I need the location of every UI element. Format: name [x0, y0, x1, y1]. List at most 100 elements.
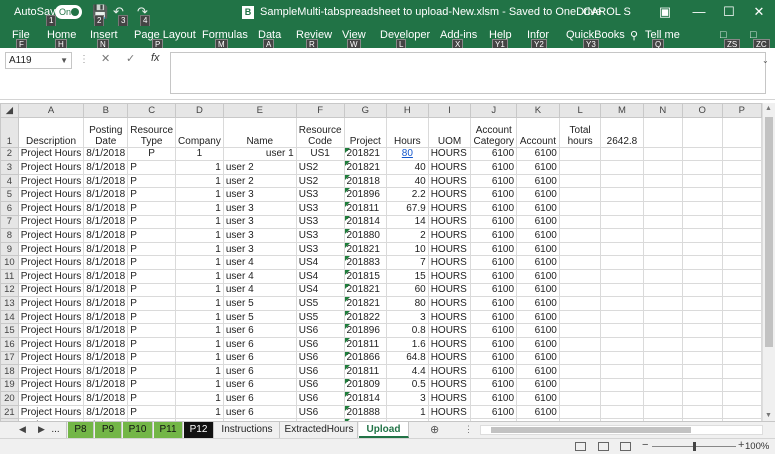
sheet-tab-instructions[interactable]: Instructions — [215, 422, 280, 438]
cell[interactable]: 6100 — [470, 336, 518, 352]
cell[interactable]: P — [127, 200, 177, 216]
cell[interactable] — [642, 214, 683, 230]
sheet-tab-upload[interactable]: Upload — [359, 422, 409, 438]
cell[interactable]: P — [127, 364, 177, 379]
formula-input[interactable] — [170, 52, 766, 94]
cell[interactable]: user 2 — [222, 173, 297, 189]
cell[interactable]: 6100 — [516, 214, 560, 230]
ribbon-display-icon[interactable]: ▣ — [656, 4, 674, 20]
cell[interactable]: 6100 — [516, 377, 560, 393]
cell[interactable]: 1 — [175, 282, 224, 298]
cell[interactable]: 8/1/2018 — [83, 214, 129, 230]
cell[interactable]: 6100 — [470, 255, 518, 270]
cell[interactable]: 6100 — [470, 173, 518, 189]
cell[interactable]: 8/1/2018 — [83, 241, 129, 257]
cell[interactable]: 6100 — [516, 146, 560, 162]
cell[interactable]: user 4 — [222, 282, 297, 298]
cell[interactable] — [600, 323, 644, 338]
cell[interactable] — [681, 309, 723, 325]
column-header-j[interactable]: J — [470, 103, 518, 118]
cell[interactable]: 6100 — [470, 214, 518, 230]
column-header-k[interactable]: K — [516, 103, 560, 118]
cell[interactable] — [721, 336, 762, 352]
cell[interactable]: 6100 — [516, 268, 560, 284]
cell[interactable]: user 6 — [222, 377, 297, 393]
cell[interactable]: US6 — [295, 350, 345, 366]
cell[interactable] — [600, 350, 644, 366]
cell[interactable]: US4 — [295, 282, 345, 298]
cell[interactable]: Project Hours — [17, 404, 85, 420]
cell[interactable] — [558, 323, 602, 338]
cell[interactable] — [642, 241, 683, 257]
cell[interactable]: user 3 — [222, 200, 297, 216]
cell[interactable]: P — [127, 296, 177, 311]
row-header[interactable]: 1 — [0, 116, 19, 148]
cell[interactable]: 1 — [175, 214, 224, 230]
cell[interactable] — [642, 336, 683, 352]
row-header[interactable]: 9 — [0, 241, 19, 257]
cell[interactable]: Project Hours — [17, 323, 85, 338]
cell[interactable]: 8/1/2018 — [83, 350, 129, 366]
cell[interactable] — [681, 391, 723, 406]
normal-view-icon[interactable] — [575, 442, 586, 451]
cell[interactable] — [721, 228, 762, 243]
cell[interactable] — [600, 214, 644, 230]
cell[interactable]: P — [127, 214, 177, 230]
column-header-b[interactable]: B — [83, 103, 129, 118]
lightbulb-icon[interactable]: ⚲ — [630, 29, 638, 42]
cell[interactable]: P — [127, 377, 177, 393]
cell[interactable]: P — [127, 350, 177, 366]
row-header[interactable]: 14 — [0, 309, 19, 325]
header-cell[interactable]: Posting Date — [83, 116, 129, 148]
row-header[interactable]: 17 — [0, 350, 19, 366]
row-header[interactable]: 6 — [0, 200, 19, 216]
cell[interactable]: HOURS — [427, 146, 472, 162]
cell[interactable]: P — [127, 241, 177, 257]
cell[interactable]: HOURS — [427, 160, 472, 175]
cell[interactable]: US6 — [295, 377, 345, 393]
cell[interactable]: Project Hours — [17, 228, 85, 243]
header-cell[interactable]: Account Category — [470, 116, 518, 148]
cell[interactable] — [721, 364, 762, 379]
cell[interactable]: 1 — [175, 241, 224, 257]
cell[interactable] — [558, 336, 602, 352]
cell[interactable] — [681, 377, 723, 393]
cell[interactable]: 1 — [175, 268, 224, 284]
user-name[interactable]: CAROL S — [583, 6, 631, 18]
column-header-n[interactable]: N — [642, 103, 683, 118]
cell[interactable] — [600, 173, 644, 189]
cell[interactable]: 8/1/2018 — [83, 364, 129, 379]
cell[interactable]: 6100 — [516, 296, 560, 311]
cell[interactable]: 6100 — [470, 146, 518, 162]
cell[interactable]: HOURS — [427, 350, 472, 366]
cell[interactable]: Project Hours — [17, 255, 85, 270]
cell[interactable]: 6100 — [516, 309, 560, 325]
cell[interactable]: 0.8 — [386, 323, 429, 338]
cell[interactable] — [642, 391, 683, 406]
horizontal-scroll-thumb[interactable] — [491, 427, 691, 433]
cell[interactable]: 201814 — [343, 391, 388, 406]
cell[interactable]: 40 — [386, 173, 429, 189]
header-cell[interactable]: Total hours — [558, 116, 602, 148]
cell[interactable] — [600, 296, 644, 311]
cell[interactable]: 2 — [386, 228, 429, 243]
column-header-f[interactable]: F — [295, 103, 345, 118]
cell[interactable]: 201822 — [343, 309, 388, 325]
cell[interactable]: HOURS — [427, 268, 472, 284]
cell[interactable]: Project Hours — [17, 391, 85, 406]
row-header[interactable]: 7 — [0, 214, 19, 230]
cell[interactable] — [642, 160, 683, 175]
row-header[interactable]: 20 — [0, 391, 19, 406]
cell[interactable]: 201821 — [343, 160, 388, 175]
cell[interactable]: Project Hours — [17, 173, 85, 189]
cell[interactable] — [642, 296, 683, 311]
cell[interactable] — [642, 228, 683, 243]
cell[interactable]: 1 — [175, 323, 224, 338]
cell[interactable]: 201821 — [343, 241, 388, 257]
cell[interactable]: 6100 — [516, 228, 560, 243]
zoom-in-icon[interactable]: + — [738, 439, 744, 451]
cell[interactable] — [681, 404, 723, 420]
cell[interactable]: Project Hours — [17, 377, 85, 393]
cell[interactable]: 201814 — [343, 214, 388, 230]
row-header[interactable]: 4 — [0, 173, 19, 189]
